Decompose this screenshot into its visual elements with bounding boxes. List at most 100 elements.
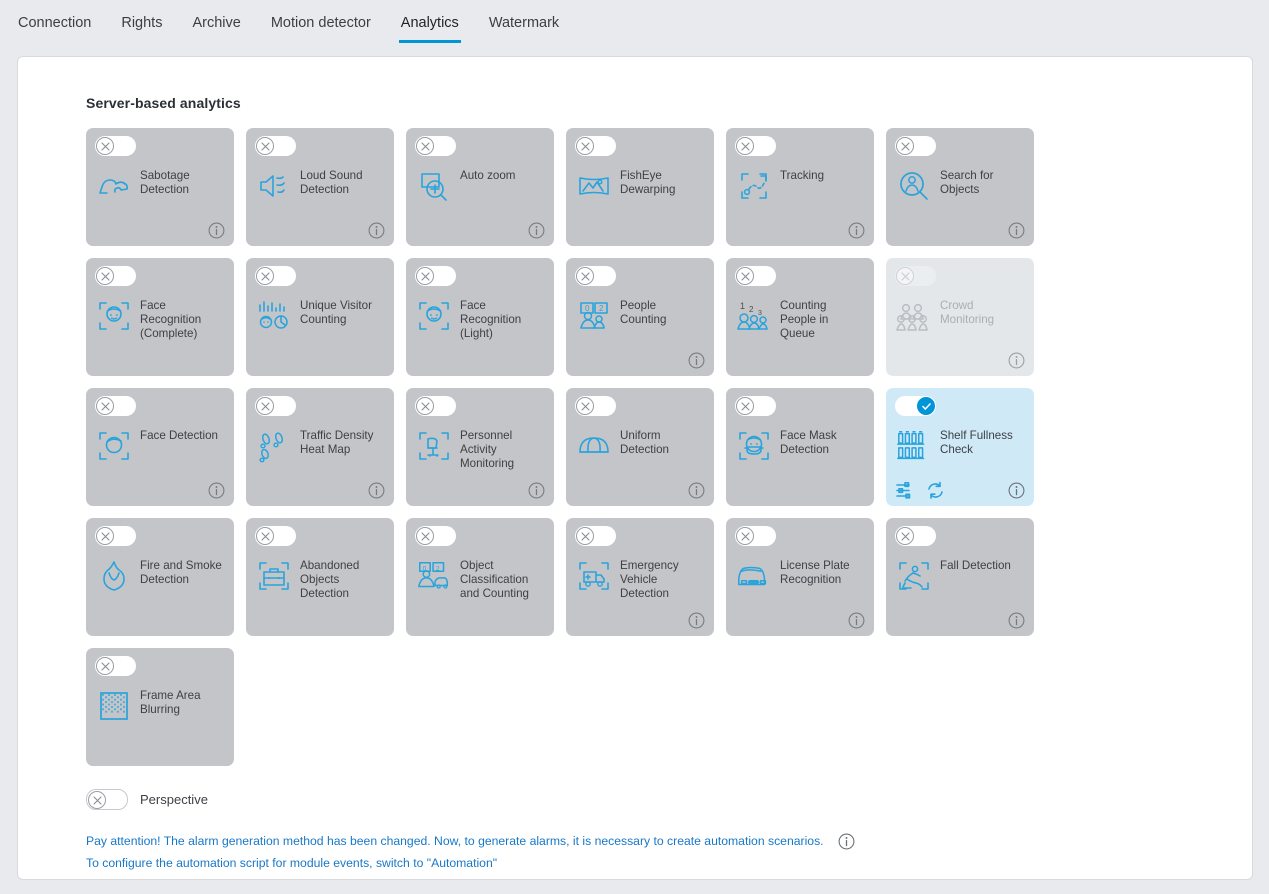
info-icon[interactable] xyxy=(1008,352,1025,369)
info-icon[interactable] xyxy=(688,612,705,629)
analytics-card[interactable]: Face Recognition (Complete) xyxy=(86,258,234,376)
close-icon xyxy=(740,401,750,411)
analytics-card[interactable]: 0 2 People Counting xyxy=(566,258,714,376)
card-footer xyxy=(95,480,225,500)
card-toggle[interactable] xyxy=(255,526,296,546)
heat-map-icon xyxy=(255,427,293,465)
toggle-knob xyxy=(736,527,754,545)
tab-archive[interactable]: Archive xyxy=(190,14,242,43)
card-toggle[interactable] xyxy=(895,396,936,416)
card-toggle[interactable] xyxy=(95,656,136,676)
analytics-card[interactable]: Sabotage Detection xyxy=(86,128,234,246)
info-icon[interactable] xyxy=(848,612,865,629)
card-toggle[interactable] xyxy=(735,396,776,416)
card-toggle[interactable] xyxy=(415,136,456,156)
analytics-card[interactable]: Frame Area Blurring xyxy=(86,648,234,766)
analytics-card[interactable]: Crowd Monitoring xyxy=(886,258,1034,376)
card-label: Personnel Activity Monitoring xyxy=(460,429,515,470)
analytics-card[interactable]: Auto zoom xyxy=(406,128,554,246)
unique-visitor-icon xyxy=(255,297,293,335)
card-toggle[interactable] xyxy=(895,526,936,546)
analytics-card[interactable]: FishEye Dewarping xyxy=(566,128,714,246)
card-body: Abandoned Objects Detection xyxy=(255,557,385,601)
info-icon[interactable] xyxy=(208,482,225,499)
close-icon xyxy=(420,141,430,151)
card-toggle[interactable] xyxy=(415,266,456,286)
card-body: Auto zoom xyxy=(415,167,545,205)
analytics-card[interactable]: Fall Detection xyxy=(886,518,1034,636)
refresh-icon[interactable] xyxy=(926,481,945,500)
analytics-card[interactable]: Uniform Detection xyxy=(566,388,714,506)
info-icon[interactable] xyxy=(838,833,855,850)
analytics-card[interactable]: Traffic Density Heat Map xyxy=(246,388,394,506)
card-toggle[interactable] xyxy=(575,136,616,156)
card-toggle[interactable] xyxy=(735,136,776,156)
card-toggle[interactable] xyxy=(575,266,616,286)
analytics-card[interactable]: Unique Visitor Counting xyxy=(246,258,394,376)
info-icon[interactable] xyxy=(1008,222,1025,239)
face-detection-icon xyxy=(95,427,133,465)
tab-rights[interactable]: Rights xyxy=(119,14,164,43)
card-toggle[interactable] xyxy=(735,266,776,286)
card-tools xyxy=(895,481,945,500)
info-icon[interactable] xyxy=(368,222,385,239)
info-icon[interactable] xyxy=(368,482,385,499)
card-toggle[interactable] xyxy=(95,266,136,286)
analytics-card[interactable]: 0 2 Object Classification and Counting xyxy=(406,518,554,636)
license-plate-icon xyxy=(735,557,773,595)
tab-bar: Connection Rights Archive Motion detector An… xyxy=(0,0,1269,52)
analytics-card[interactable]: Fire and Smoke Detection xyxy=(86,518,234,636)
card-toggle[interactable] xyxy=(95,526,136,546)
toggle-knob xyxy=(736,267,754,285)
info-icon[interactable] xyxy=(208,222,225,239)
tab-analytics[interactable]: Analytics xyxy=(398,14,461,43)
card-toggle[interactable] xyxy=(255,266,296,286)
card-toggle[interactable] xyxy=(95,396,136,416)
card-footer xyxy=(895,350,1025,370)
toggle-knob xyxy=(96,137,114,155)
card-label: License Plate Recognition xyxy=(780,559,850,586)
perspective-toggle[interactable] xyxy=(86,789,128,810)
analytics-card[interactable]: Tracking xyxy=(726,128,874,246)
analytics-card[interactable]: Personnel Activity Monitoring xyxy=(406,388,554,506)
tab-motion-detector[interactable]: Motion detector xyxy=(269,14,373,43)
card-body: Shelf Fullness Check xyxy=(895,427,1025,465)
analytics-card[interactable]: Shelf Fullness Check xyxy=(886,388,1034,506)
card-toggle[interactable] xyxy=(255,396,296,416)
tab-watermark[interactable]: Watermark xyxy=(487,14,561,43)
analytics-card[interactable]: Search for Objects xyxy=(886,128,1034,246)
fall-detection-icon xyxy=(895,557,933,595)
tab-connection[interactable]: Connection xyxy=(16,14,93,43)
frame-blur-icon xyxy=(95,687,133,725)
info-icon[interactable] xyxy=(1008,482,1025,499)
analytics-card[interactable]: License Plate Recognition xyxy=(726,518,874,636)
card-footer xyxy=(95,220,225,240)
card-toggle[interactable] xyxy=(415,396,456,416)
card-toggle[interactable] xyxy=(895,136,936,156)
info-icon[interactable] xyxy=(528,482,545,499)
settings-sliders-icon[interactable] xyxy=(895,481,914,500)
card-toggle[interactable] xyxy=(575,526,616,546)
card-toggle[interactable] xyxy=(95,136,136,156)
analytics-card[interactable]: Abandoned Objects Detection xyxy=(246,518,394,636)
card-toggle[interactable] xyxy=(575,396,616,416)
info-icon[interactable] xyxy=(848,222,865,239)
analytics-card[interactable]: Face Detection xyxy=(86,388,234,506)
analytics-card[interactable]: Face Mask Detection xyxy=(726,388,874,506)
analytics-card[interactable]: Emergency Vehicle Detection xyxy=(566,518,714,636)
card-toggle[interactable] xyxy=(895,266,936,286)
analytics-card[interactable]: 1 2 3 Counting People in Queue xyxy=(726,258,874,376)
info-icon[interactable] xyxy=(688,482,705,499)
close-icon xyxy=(260,271,270,281)
info-icon[interactable] xyxy=(528,222,545,239)
card-toggle[interactable] xyxy=(735,526,776,546)
analytics-card[interactable]: Loud Sound Detection xyxy=(246,128,394,246)
card-footer xyxy=(895,610,1025,630)
analytics-card[interactable]: Face Recognition (Light) xyxy=(406,258,554,376)
info-icon[interactable] xyxy=(688,352,705,369)
card-toggle[interactable] xyxy=(415,526,456,546)
card-label: Face Recognition (Complete) xyxy=(140,299,202,340)
fire-smoke-icon xyxy=(95,557,133,595)
card-toggle[interactable] xyxy=(255,136,296,156)
info-icon[interactable] xyxy=(1008,612,1025,629)
